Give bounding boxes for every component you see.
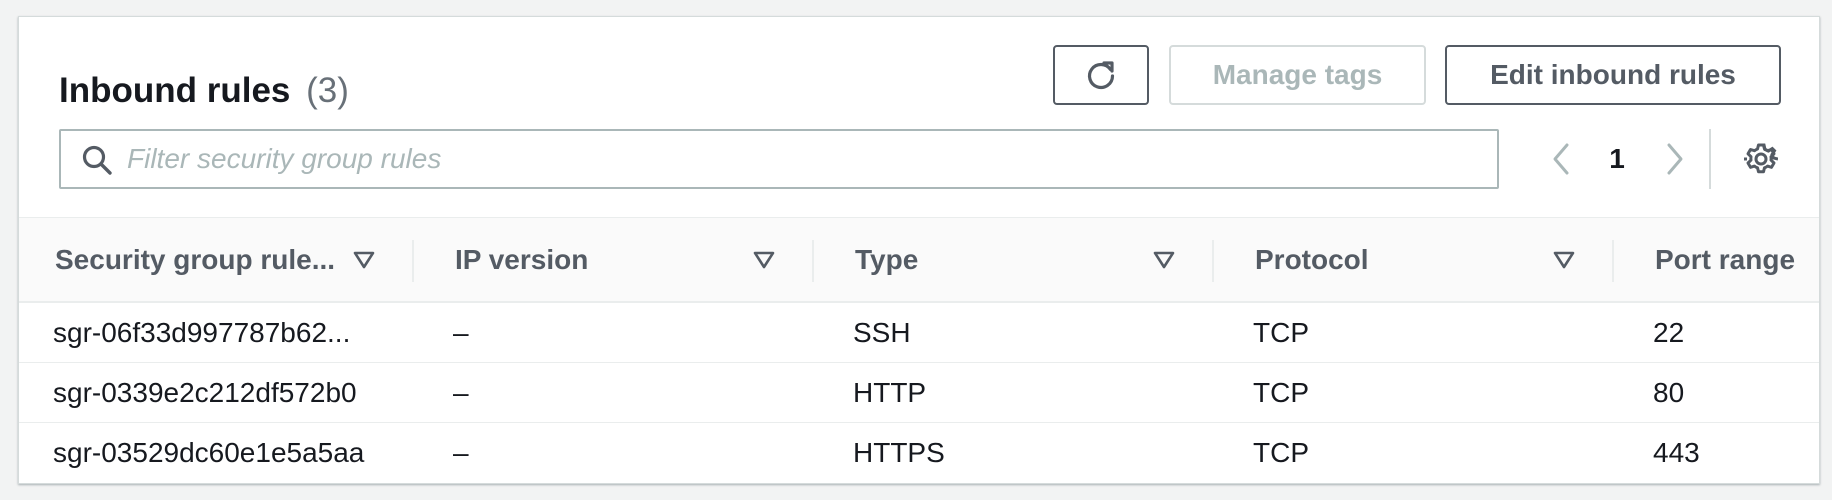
- edit-inbound-rules-button[interactable]: Edit inbound rules: [1445, 45, 1781, 105]
- column-divider[interactable]: [812, 240, 814, 282]
- refresh-button[interactable]: [1053, 45, 1149, 105]
- column-header-rule-id[interactable]: Security group rule...: [55, 218, 335, 302]
- column-header-port-range[interactable]: Port range: [1655, 218, 1795, 302]
- table-row[interactable]: sgr-03529dc60e1e5a5aa – HTTPS TCP 443: [19, 423, 1819, 483]
- column-divider[interactable]: [1212, 240, 1214, 282]
- cell-port-range: 22: [1653, 317, 1685, 348]
- column-divider[interactable]: [1612, 240, 1614, 282]
- cell-port-range: 443: [1653, 437, 1700, 468]
- next-page-button[interactable]: [1655, 139, 1695, 179]
- cell-type: HTTPS: [853, 437, 945, 468]
- table-row[interactable]: sgr-06f33d997787b62... – SSH TCP 22: [19, 303, 1819, 363]
- sort-caret-down-icon[interactable]: [753, 250, 775, 270]
- cell-rule-id: sgr-0339e2c212df572b0: [53, 377, 357, 408]
- column-divider[interactable]: [412, 240, 414, 282]
- chevron-left-icon: [1553, 143, 1569, 175]
- cell-ip-version: –: [453, 437, 469, 468]
- column-header-ip-version[interactable]: IP version: [455, 218, 588, 302]
- cell-type: SSH: [853, 317, 911, 348]
- table-header: Security group rule... IP version Type P…: [19, 217, 1819, 303]
- cell-type: HTTP: [853, 377, 927, 408]
- cell-rule-id: sgr-03529dc60e1e5a5aa: [53, 437, 365, 468]
- current-page-number[interactable]: 1: [1597, 135, 1637, 183]
- sort-caret-down-icon[interactable]: [1553, 250, 1575, 270]
- sort-caret-down-icon[interactable]: [1153, 250, 1175, 270]
- pagination-divider: [1709, 129, 1711, 189]
- sort-caret-down-icon[interactable]: [353, 250, 375, 270]
- filter-input[interactable]: [127, 131, 1487, 187]
- panel-title: Inbound rules (3): [59, 57, 349, 125]
- manage-tags-button[interactable]: Manage tags: [1169, 45, 1426, 105]
- search-icon: [81, 144, 113, 176]
- previous-page-button[interactable]: [1541, 139, 1581, 179]
- refresh-icon: [1087, 61, 1115, 90]
- cell-protocol: TCP: [1253, 437, 1309, 468]
- cell-rule-id: sgr-06f33d997787b62...: [53, 317, 351, 348]
- panel-title-text: Inbound rules: [59, 71, 291, 110]
- preferences-button[interactable]: [1741, 139, 1781, 179]
- column-header-type[interactable]: Type: [855, 218, 918, 302]
- column-header-protocol[interactable]: Protocol: [1255, 218, 1369, 302]
- cell-port-range: 80: [1653, 377, 1685, 408]
- cell-protocol: TCP: [1253, 377, 1309, 408]
- cell-ip-version: –: [453, 317, 469, 348]
- filter-search-box[interactable]: [59, 129, 1499, 189]
- inbound-rules-panel: Inbound rules (3) Manage tags Edit inbou…: [18, 16, 1820, 484]
- cell-ip-version: –: [453, 377, 469, 408]
- gear-icon: [1744, 143, 1778, 174]
- chevron-right-icon: [1667, 143, 1683, 175]
- rule-count: (3): [306, 71, 349, 110]
- table-row[interactable]: sgr-0339e2c212df572b0 – HTTP TCP 80: [19, 363, 1819, 423]
- cell-protocol: TCP: [1253, 317, 1309, 348]
